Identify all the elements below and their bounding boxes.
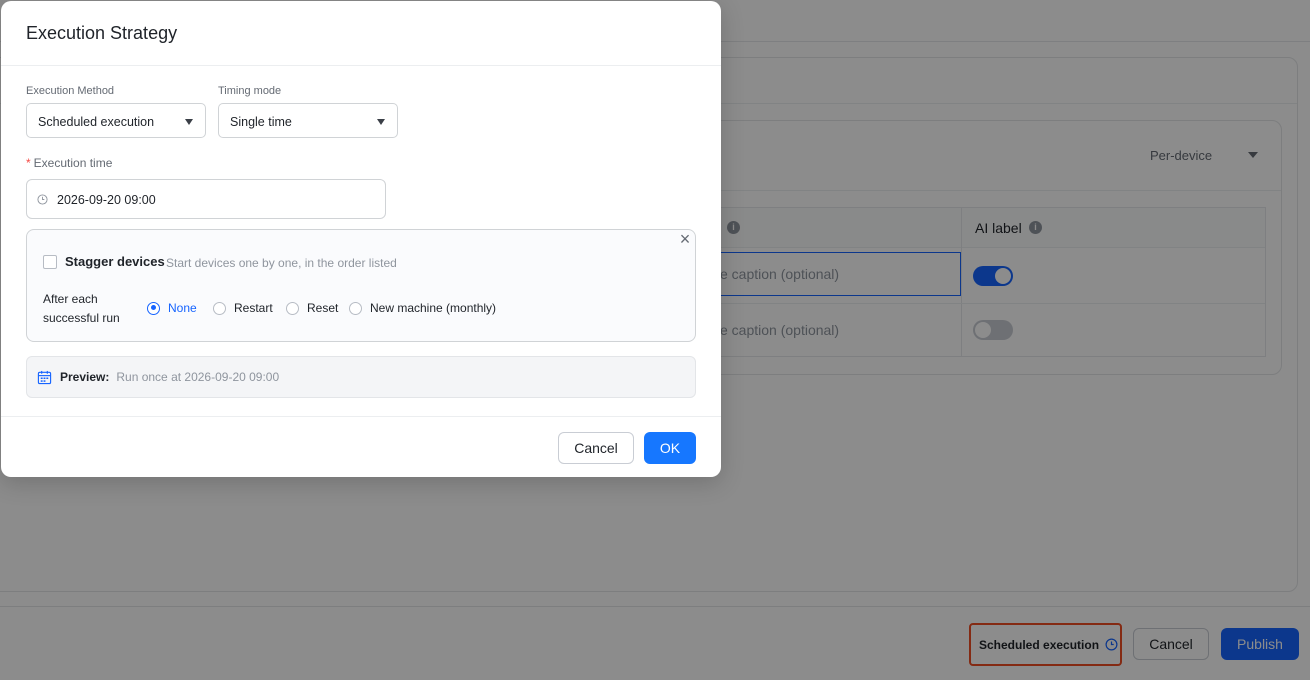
chevron-down-icon — [377, 119, 385, 125]
stagger-panel: × Stagger devices Start devices one by o… — [26, 229, 696, 342]
timing-mode-label: Timing mode — [218, 85, 282, 97]
radio-label: Reset — [307, 301, 339, 315]
stagger-devices-checkbox[interactable] — [43, 255, 57, 269]
radio-button[interactable] — [286, 301, 299, 315]
radio-restart[interactable]: Restart — [213, 301, 273, 315]
preview-bar: Preview: Run once at 2026-09-20 09:00 — [26, 356, 696, 398]
radio-button[interactable] — [349, 301, 362, 315]
modal-title: Execution Strategy — [26, 23, 178, 43]
execution-method-select[interactable]: Scheduled execution — [26, 103, 206, 138]
timing-mode-value: Single time — [230, 115, 292, 129]
radio-button[interactable] — [147, 301, 160, 315]
radio-label: None — [168, 301, 197, 315]
modal-header: Execution Strategy — [1, 1, 721, 66]
calendar-icon — [37, 370, 52, 384]
execution-time-label: * Execution time — [26, 156, 112, 170]
timing-mode-select[interactable]: Single time — [218, 103, 398, 138]
radio-button[interactable] — [213, 301, 226, 315]
preview-text: Run once at 2026-09-20 09:00 — [116, 370, 280, 384]
stagger-devices-description: Start devices one by one, in the order l… — [166, 256, 397, 270]
cancel-button[interactable]: Cancel — [558, 432, 634, 464]
close-icon[interactable]: × — [678, 230, 692, 248]
execution-method-label: Execution Method — [26, 85, 115, 97]
after-each-run-label: After each successful run — [43, 292, 120, 325]
radio-none[interactable]: None — [147, 301, 197, 315]
radio-new-machine[interactable]: New machine (monthly) — [349, 301, 496, 315]
radio-label: Restart — [234, 301, 273, 315]
preview-label: Preview: — [60, 370, 110, 384]
execution-time-value: 2026-09-20 09:00 — [57, 193, 156, 207]
radio-reset[interactable]: Reset — [286, 301, 338, 315]
execution-time-picker[interactable]: 2026-09-20 09:00 — [26, 179, 386, 219]
radio-label: New machine (monthly) — [370, 301, 497, 315]
clock-icon — [37, 194, 48, 205]
required-mark: * — [26, 156, 31, 170]
chevron-down-icon — [185, 119, 193, 125]
execution-method-value: Scheduled execution — [38, 115, 155, 129]
modal-footer: Cancel OK — [1, 416, 721, 477]
ok-button[interactable]: OK — [644, 432, 696, 464]
execution-time-label-text: Execution time — [33, 156, 113, 170]
stagger-devices-title: Stagger devices — [65, 254, 165, 269]
execution-strategy-modal: Execution Strategy Execution Method Sche… — [1, 1, 721, 477]
